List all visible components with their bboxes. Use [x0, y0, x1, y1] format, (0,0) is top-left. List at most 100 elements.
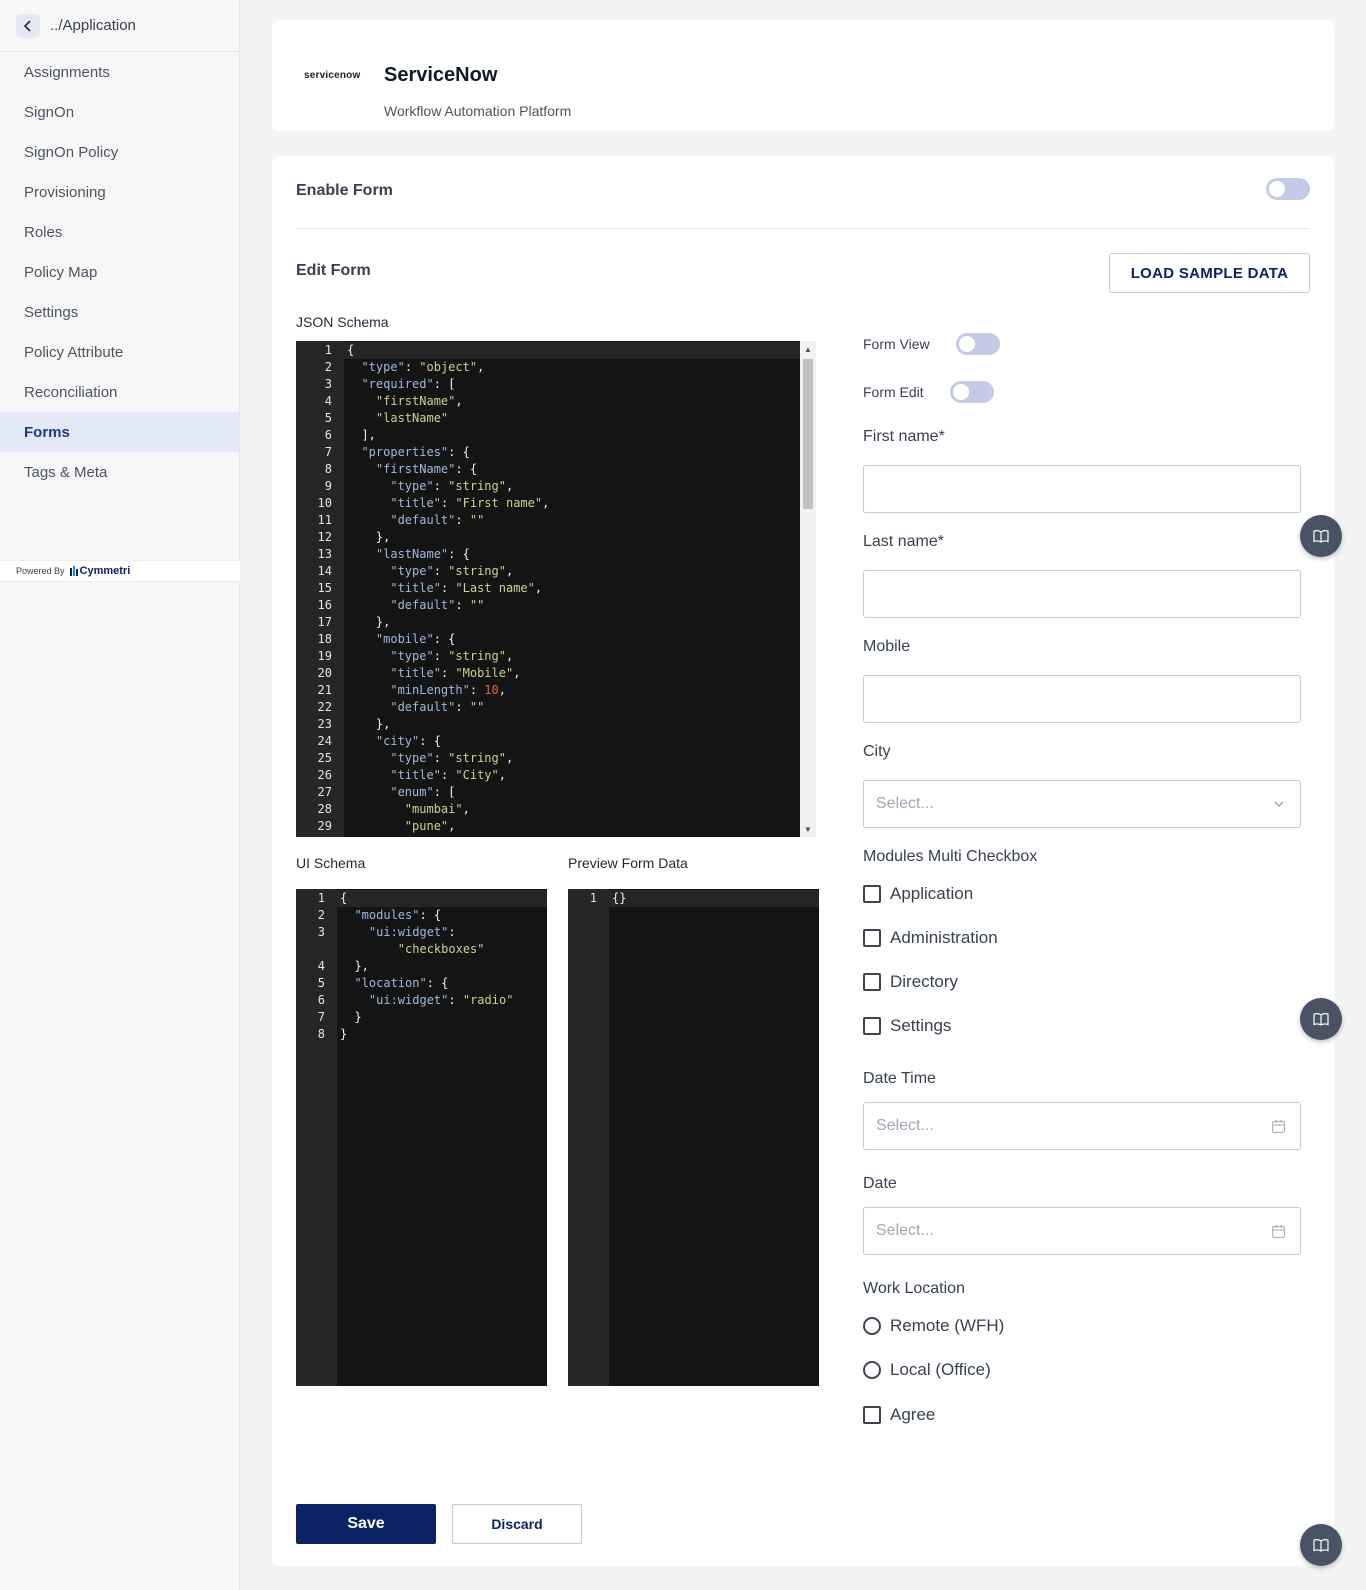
- code-line: "ui:widget": "radio": [368, 993, 514, 1007]
- date-picker[interactable]: Select...: [863, 1207, 1301, 1255]
- city-select[interactable]: Select...: [863, 780, 1301, 828]
- editor-scrollbar[interactable]: ▲ ▼: [800, 341, 816, 837]
- sidebar-item-reconciliation[interactable]: Reconciliation: [0, 372, 239, 412]
- module-option-label: Directory: [890, 972, 959, 991]
- date-label: Date: [863, 1175, 897, 1192]
- line-number: 18: [317, 632, 332, 646]
- app-header-card: servicenow ServiceNow Workflow Automatio…: [272, 20, 1334, 131]
- date-time-picker[interactable]: Select...: [863, 1102, 1301, 1150]
- city-select-placeholder: Select...: [876, 795, 934, 812]
- line-number: 24: [317, 734, 332, 748]
- code-line: "lastName": {: [375, 547, 470, 561]
- code-line: "lastName": [375, 411, 449, 425]
- enable-form-label: Enable Form: [296, 182, 393, 199]
- code-line: },: [347, 615, 391, 629]
- line-number: 15: [317, 581, 332, 595]
- radio-button[interactable]: [863, 1361, 881, 1379]
- chevron-left-icon: [23, 19, 31, 32]
- line-number: 8: [317, 1027, 325, 1041]
- mobile-input[interactable]: [863, 675, 1301, 723]
- line-numbers: 1 2 3 4 5 6 7 8: [296, 890, 325, 1043]
- location-option-remote[interactable]: Remote (WFH): [863, 1316, 1004, 1336]
- date-time-placeholder: Select...: [876, 1117, 934, 1134]
- sidebar-item-tags-meta[interactable]: Tags & Meta: [0, 452, 239, 492]
- module-option-application[interactable]: Application: [863, 884, 973, 904]
- code-line: {}: [612, 891, 627, 905]
- load-sample-data-button[interactable]: LOAD SAMPLE DATA: [1109, 253, 1310, 293]
- preview-form-data-code[interactable]: {}: [612, 890, 626, 907]
- checkbox[interactable]: [863, 929, 881, 947]
- back-navigation[interactable]: ../Application: [0, 0, 239, 52]
- line-numbers: 1 2 3 4 5 6 7 8 9 10 11 12 13 14 15 16 17 18 19 20 21 22 23 24 2…: [296, 342, 332, 837]
- line-number: 5: [317, 976, 325, 990]
- date-time-label: Date Time: [863, 1070, 936, 1087]
- line-number: 26: [317, 768, 332, 782]
- line-number: 2: [317, 908, 325, 922]
- discard-button[interactable]: Discard: [452, 1504, 582, 1544]
- help-button[interactable]: [1300, 998, 1342, 1040]
- line-number: 8: [324, 462, 332, 476]
- sidebar-nav: Assignments SignOn SignOn Policy Provisi…: [0, 52, 239, 492]
- sidebar-item-policy-map[interactable]: Policy Map: [0, 252, 239, 292]
- json-schema-editor[interactable]: 1 2 3 4 5 6 7 8 9 10 11 12 13 14 15 16 17 18 19 20 21 22 23 24 2…: [296, 341, 816, 837]
- checkbox[interactable]: [863, 885, 881, 903]
- line-number: 7: [324, 445, 332, 459]
- sidebar-item-policy-attribute[interactable]: Policy Attribute: [0, 332, 239, 372]
- scroll-up-icon[interactable]: ▲: [800, 341, 816, 357]
- back-button[interactable]: [16, 13, 40, 38]
- module-option-directory[interactable]: Directory: [863, 972, 958, 992]
- back-label[interactable]: ../Application: [50, 17, 136, 34]
- agree-checkbox-row[interactable]: Agree: [863, 1405, 935, 1425]
- modules-label: Modules Multi Checkbox: [863, 848, 1038, 865]
- code-line: "location": {: [354, 976, 449, 990]
- sidebar-item-settings[interactable]: Settings: [0, 292, 239, 332]
- form-view-toggle[interactable]: [956, 333, 1000, 355]
- chevron-down-icon: [1274, 801, 1284, 807]
- last-name-input[interactable]: [863, 570, 1301, 618]
- code-line: "default": "": [390, 700, 485, 714]
- help-button[interactable]: [1300, 1524, 1342, 1566]
- enable-form-toggle[interactable]: [1266, 178, 1310, 200]
- radio-button[interactable]: [863, 1317, 881, 1335]
- active-line: [609, 890, 819, 907]
- ui-schema-code[interactable]: { "modules": { "ui:widget": "checkboxes"…: [340, 890, 513, 1043]
- code-line: ],: [347, 428, 376, 442]
- line-number: 17: [317, 615, 332, 629]
- sidebar-item-forms[interactable]: Forms: [0, 412, 239, 452]
- last-name-label: Last name*: [863, 533, 944, 550]
- code-line: "type": "string",: [390, 751, 514, 765]
- code-line: "title": "Mobile",: [390, 666, 521, 680]
- code-line: "properties": {: [361, 445, 470, 459]
- first-name-input[interactable]: [863, 465, 1301, 513]
- scroll-thumb[interactable]: [803, 359, 813, 509]
- json-schema-code[interactable]: { "type": "object", "required": [ "first…: [347, 342, 549, 837]
- agree-checkbox[interactable]: [863, 1406, 881, 1424]
- city-label: City: [863, 743, 891, 760]
- toggle-knob: [959, 336, 975, 352]
- code-line: }: [340, 1027, 348, 1041]
- sidebar-item-roles[interactable]: Roles: [0, 212, 239, 252]
- module-option-administration[interactable]: Administration: [863, 928, 998, 948]
- powered-by-footer: Powered By Cymmetri: [0, 560, 240, 582]
- sidebar-item-assignments[interactable]: Assignments: [0, 52, 239, 92]
- help-button[interactable]: [1300, 515, 1342, 557]
- line-number: 7: [317, 1010, 325, 1024]
- sidebar-item-signon[interactable]: SignOn: [0, 92, 239, 132]
- checkbox[interactable]: [863, 973, 881, 991]
- location-option-local[interactable]: Local (Office): [863, 1360, 991, 1380]
- sidebar-item-provisioning[interactable]: Provisioning: [0, 172, 239, 212]
- line-number: 3: [317, 925, 325, 939]
- code-line: "default": "": [390, 598, 485, 612]
- save-button[interactable]: Save: [296, 1504, 436, 1544]
- scroll-down-icon[interactable]: ▼: [800, 821, 816, 837]
- module-option-settings[interactable]: Settings: [863, 1016, 951, 1036]
- first-name-label: First name*: [863, 428, 945, 445]
- form-edit-toggle[interactable]: [950, 381, 994, 403]
- code-line: }: [340, 1010, 362, 1024]
- code-line: },: [347, 530, 391, 544]
- checkbox[interactable]: [863, 1017, 881, 1035]
- line-number: 22: [317, 700, 332, 714]
- ui-schema-editor[interactable]: 1 2 3 4 5 6 7 8 { "modules": { "ui:widget": "c…: [296, 889, 547, 1386]
- preview-form-data-editor[interactable]: 1 {}: [568, 889, 819, 1386]
- sidebar-item-signon-policy[interactable]: SignOn Policy: [0, 132, 239, 172]
